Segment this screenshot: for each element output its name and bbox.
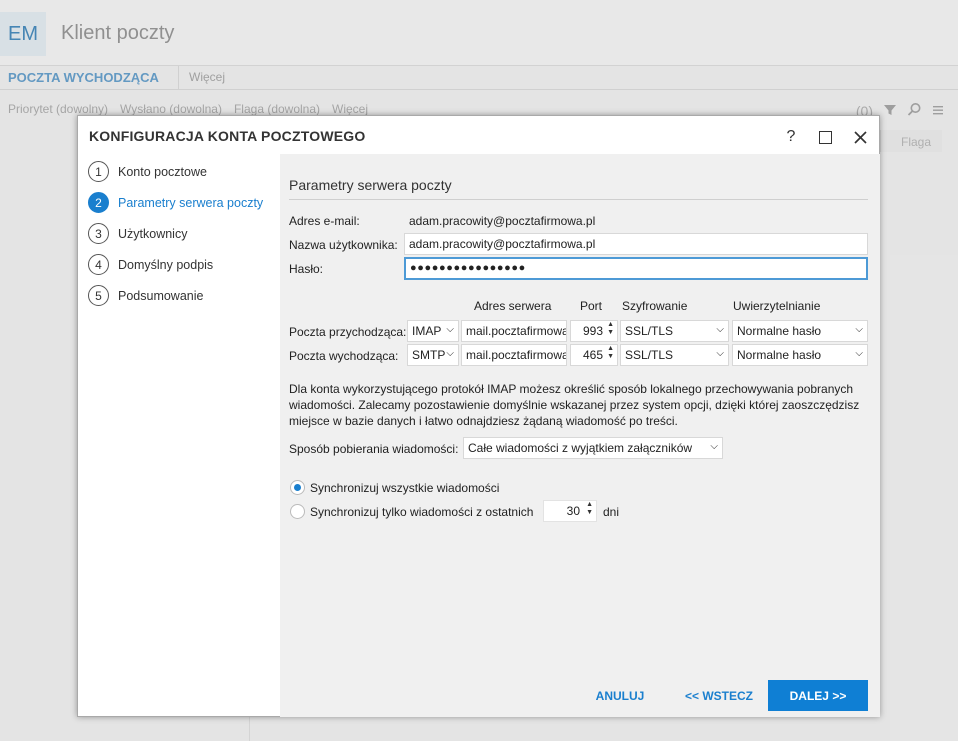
outgoing-port-input[interactable]: 465 ▲ ▼	[570, 344, 618, 366]
step-label: Parametry serwera poczty	[118, 195, 264, 210]
outgoing-encryption-select[interactable]: SSL/TLS ⌵	[620, 344, 729, 366]
wizard-steps: 1 Konto pocztowe 2 Parametry serwera poc…	[88, 156, 278, 311]
chevron-down-icon: ⌵	[855, 324, 863, 335]
close-button[interactable]	[847, 124, 873, 150]
maximize-button[interactable]	[812, 124, 838, 150]
back-button[interactable]: << WSTECZ	[678, 680, 760, 711]
step-server-params[interactable]: 2 Parametry serwera poczty	[88, 187, 278, 218]
header-server-address: Adres serwera	[474, 299, 552, 313]
step-label: Podsumowanie	[118, 288, 204, 303]
dialog-title: KONFIGURACJA KONTA POCZTOWEGO	[89, 128, 366, 144]
username-label: Nazwa użytkownika:	[289, 238, 398, 252]
stepper-icon[interactable]: ▲ ▼	[586, 501, 593, 517]
chevron-down-icon: ⌵	[716, 324, 724, 335]
select-value: SSL/TLS	[625, 348, 674, 362]
next-button[interactable]: DALEJ >>	[768, 680, 868, 711]
incoming-protocol-select[interactable]: IMAP ⌵	[407, 320, 459, 342]
sync-recent-label[interactable]: Synchronizuj tylko wiadomości z ostatnic…	[310, 505, 533, 519]
outgoing-protocol-select[interactable]: SMTP ⌵	[407, 344, 459, 366]
cancel-button[interactable]: ANULUJ	[582, 680, 658, 711]
step-signature[interactable]: 4 Domyślny podpis	[88, 249, 278, 280]
select-value: Normalne hasło	[737, 348, 822, 362]
account-config-dialog: KONFIGURACJA KONTA POCZTOWEGO ? 1 Konto …	[77, 115, 880, 717]
step-label: Domyślny podpis	[118, 257, 214, 272]
sync-all-radio[interactable]	[290, 480, 305, 495]
step-number: 4	[88, 254, 109, 275]
header-auth: Uwierzytelnianie	[733, 299, 821, 313]
select-value: SSL/TLS	[625, 324, 674, 338]
chevron-down-icon: ⌵	[716, 348, 724, 359]
stepper-icon[interactable]: ▲ ▼	[607, 345, 614, 361]
close-icon	[853, 130, 867, 144]
password-input[interactable]: ●●●●●●●●●●●●●●●●	[404, 257, 868, 280]
download-method-label: Sposób pobierania wiadomości:	[289, 442, 459, 456]
outgoing-label: Poczta wychodząca:	[289, 349, 399, 363]
header-encryption: Szyfrowanie	[622, 299, 688, 313]
incoming-port-input[interactable]: 993 ▲ ▼	[570, 320, 618, 342]
incoming-encryption-select[interactable]: SSL/TLS ⌵	[620, 320, 729, 342]
step-account[interactable]: 1 Konto pocztowe	[88, 156, 278, 187]
step-summary[interactable]: 5 Podsumowanie	[88, 280, 278, 311]
port-value: 465	[582, 348, 603, 362]
days-value: 30	[566, 504, 580, 518]
username-input[interactable]: adam.pracowity@pocztafirmowa.pl	[404, 233, 868, 255]
sync-recent-radio[interactable]	[290, 504, 305, 519]
chevron-down-icon: ⌵	[710, 441, 718, 452]
outgoing-auth-select[interactable]: Normalne hasło ⌵	[732, 344, 868, 366]
stepper-icon[interactable]: ▲ ▼	[607, 321, 614, 337]
header-port: Port	[580, 299, 603, 313]
chevron-down-icon: ⌵	[855, 348, 863, 359]
chevron-down-icon: ⌵	[446, 348, 454, 359]
incoming-label: Poczta przychodząca:	[289, 325, 407, 339]
sync-all-label[interactable]: Synchronizuj wszystkie wiadomości	[310, 481, 499, 495]
select-value: IMAP	[412, 324, 442, 338]
select-value: SMTP	[412, 348, 446, 362]
days-unit-label: dni	[603, 505, 620, 519]
step-number: 2	[88, 192, 109, 213]
chevron-down-icon: ⌵	[446, 324, 454, 335]
maximize-icon	[818, 130, 832, 144]
step-users[interactable]: 3 Użytkownicy	[88, 218, 278, 249]
select-value: Całe wiadomości z wyjątkiem załączników	[468, 441, 693, 455]
step-number: 5	[88, 285, 109, 306]
imap-storage-info: Dla konta wykorzystującego protokół IMAP…	[289, 382, 860, 428]
section-title: Parametry serwera poczty	[289, 177, 452, 193]
email-value: adam.pracowity@pocztafirmowa.pl	[409, 214, 596, 228]
section-divider	[289, 199, 868, 200]
outgoing-server-input[interactable]: mail.pocztafirmowa.pl	[461, 344, 567, 366]
step-label: Użytkownicy	[118, 226, 188, 241]
server-params-panel: Parametry serwera poczty Adres e-mail: a…	[280, 154, 880, 717]
help-button[interactable]: ?	[778, 124, 804, 150]
password-label: Hasło:	[289, 262, 324, 276]
step-number: 3	[88, 223, 109, 244]
email-label: Adres e-mail:	[289, 214, 360, 228]
incoming-server-input[interactable]: mail.pocztafirmowa.pl	[461, 320, 567, 342]
sync-days-stepper[interactable]: 30 ▲ ▼	[543, 500, 597, 522]
incoming-auth-select[interactable]: Normalne hasło ⌵	[732, 320, 868, 342]
download-method-select[interactable]: Całe wiadomości z wyjątkiem załączników …	[463, 437, 723, 459]
step-number: 1	[88, 161, 109, 182]
port-value: 993	[582, 324, 603, 338]
step-label: Konto pocztowe	[118, 164, 207, 179]
select-value: Normalne hasło	[737, 324, 822, 338]
